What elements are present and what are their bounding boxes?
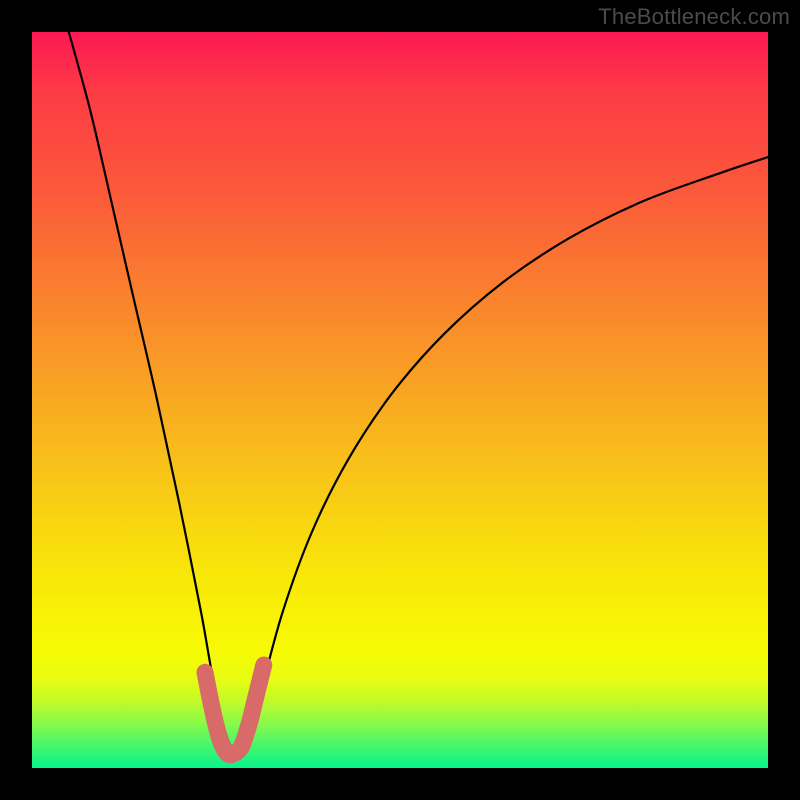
highlight-band bbox=[205, 665, 264, 755]
curve-layer bbox=[32, 32, 768, 768]
attribution-text: TheBottleneck.com bbox=[598, 4, 790, 30]
plot-area bbox=[32, 32, 768, 768]
outer-frame: TheBottleneck.com bbox=[0, 0, 800, 800]
bottleneck-curve bbox=[69, 32, 768, 752]
